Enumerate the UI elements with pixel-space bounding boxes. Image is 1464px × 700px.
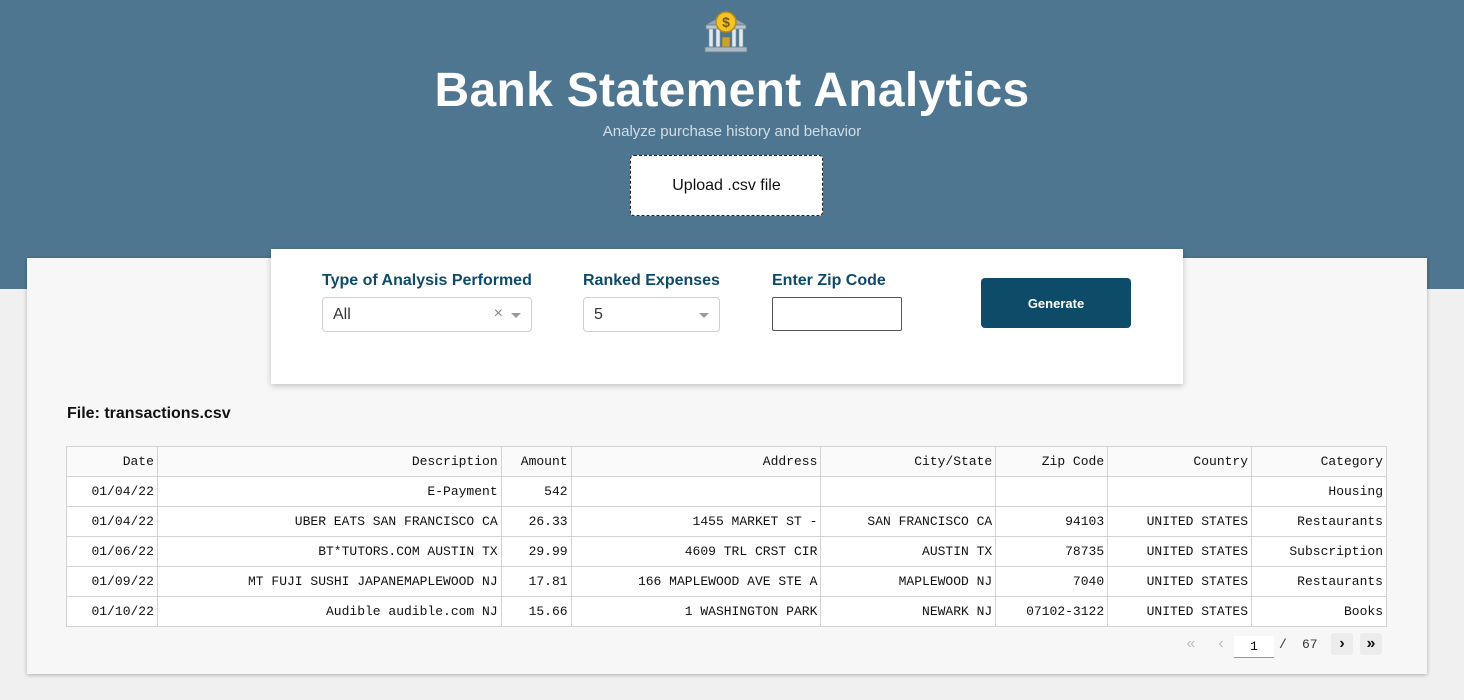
table-cell: 78735 (995, 536, 1109, 567)
total-pages: 67 (1302, 637, 1318, 652)
table-cell: 29.99 (500, 536, 572, 567)
controls-card: Type of Analysis Performed All × Ranked … (271, 249, 1183, 384)
table-cell: 1455 MARKET ST - (570, 506, 822, 537)
table-cell (1107, 476, 1253, 507)
zip-code-label: Enter Zip Code (772, 272, 886, 289)
table-cell: 166 MAPLEWOOD AVE STE A (570, 566, 822, 597)
file-name-label: File: transactions.csv (67, 405, 231, 422)
table-cell: 01/04/22 (66, 506, 158, 537)
table-cell: BT*TUTORS.COM AUSTIN TX (156, 536, 502, 567)
first-page-icon[interactable]: « (1180, 633, 1202, 655)
table-cell: E-Payment (156, 476, 502, 507)
table-cell (570, 476, 822, 507)
prev-page-icon[interactable]: ‹ (1210, 633, 1232, 655)
table-cell: Restaurants (1251, 566, 1387, 597)
chevron-down-icon[interactable] (699, 313, 709, 318)
table-row: 01/04/22 UBER EATS SAN FRANCISCO CA 26.3… (66, 506, 1387, 537)
ranked-expenses-value: 5 (594, 306, 603, 323)
transactions-table: Date Description Amount Address City/Sta… (66, 446, 1387, 627)
ranked-expenses-label: Ranked Expenses (583, 272, 720, 289)
generate-button[interactable]: Generate (981, 278, 1131, 328)
table-cell: 01/04/22 (66, 476, 158, 507)
table-header-row: Date Description Amount Address City/Sta… (66, 446, 1387, 477)
column-header[interactable]: City/State (820, 446, 997, 477)
table-cell: UNITED STATES (1107, 596, 1253, 627)
table-cell: AUSTIN TX (820, 536, 997, 567)
table-cell: UNITED STATES (1107, 566, 1253, 597)
table-cell: MT FUJI SUSHI JAPANEMAPLEWOOD NJ (156, 566, 502, 597)
upload-csv-label: Upload .csv file (672, 176, 781, 194)
column-header[interactable]: Country (1107, 446, 1253, 477)
column-header[interactable]: Amount (500, 446, 572, 477)
table-cell: SAN FRANCISCO CA (820, 506, 997, 537)
column-header[interactable]: Category (1251, 446, 1387, 477)
table-cell: 07102-3122 (995, 596, 1109, 627)
table-cell (820, 476, 997, 507)
page-subtitle: Analyze purchase history and behavior (602, 123, 862, 140)
zip-code-input[interactable] (772, 297, 902, 331)
analysis-type-value: All (333, 306, 351, 323)
analysis-type-label: Type of Analysis Performed (322, 272, 532, 289)
table-cell: 542 (500, 476, 572, 507)
table-cell: Books (1251, 596, 1387, 627)
table-cell: Restaurants (1251, 506, 1387, 537)
table-cell: 94103 (995, 506, 1109, 537)
table-cell: 7040 (995, 566, 1109, 597)
table-cell: Housing (1251, 476, 1387, 507)
last-page-icon[interactable]: » (1360, 633, 1382, 655)
table-row: 01/04/22 E-Payment 542 Housing (66, 476, 1387, 507)
page-number-input[interactable] (1234, 636, 1274, 658)
table-cell: NEWARK NJ (820, 596, 997, 627)
bank-icon: $ (703, 11, 749, 53)
table-cell: MAPLEWOOD NJ (820, 566, 997, 597)
table-cell: Subscription (1251, 536, 1387, 567)
page-title: Bank Statement Analytics (434, 64, 1030, 117)
column-header[interactable]: Description (156, 446, 502, 477)
table-cell: UNITED STATES (1107, 536, 1253, 567)
table-cell: 4609 TRL CRST CIR (570, 536, 822, 567)
column-header[interactable]: Zip Code (995, 446, 1109, 477)
table-cell (995, 476, 1109, 507)
next-page-icon[interactable]: › (1331, 633, 1353, 655)
table-cell: 01/10/22 (66, 596, 158, 627)
table-cell: 17.81 (500, 566, 572, 597)
column-header[interactable]: Date (66, 446, 158, 477)
table-cell: Audible audible.com NJ (156, 596, 502, 627)
hero-banner: $ Bank Statement Analytics Analyze purch… (0, 0, 1464, 289)
table-cell: 01/06/22 (66, 536, 158, 567)
table-cell: 01/09/22 (66, 566, 158, 597)
table-row: 01/10/22 Audible audible.com NJ 15.66 1 … (66, 596, 1387, 627)
chevron-down-icon[interactable] (511, 313, 521, 318)
table-cell: 15.66 (500, 596, 572, 627)
column-header[interactable]: Address (570, 446, 822, 477)
table-cell: UNITED STATES (1107, 506, 1253, 537)
ranked-expenses-select[interactable]: 5 (583, 297, 720, 332)
table-row: 01/09/22 MT FUJI SUSHI JAPANEMAPLEWOOD N… (66, 566, 1387, 597)
analysis-type-select[interactable]: All × (322, 297, 532, 332)
table-row: 01/06/22 BT*TUTORS.COM AUSTIN TX 29.99 4… (66, 536, 1387, 567)
table-cell: UBER EATS SAN FRANCISCO CA (156, 506, 502, 537)
upload-csv-button[interactable]: Upload .csv file (630, 155, 823, 216)
table-cell: 26.33 (500, 506, 572, 537)
clear-icon[interactable]: × (494, 305, 503, 323)
table-cell: 1 WASHINGTON PARK (570, 596, 822, 627)
svg-text:$: $ (722, 14, 730, 30)
page-separator: / (1279, 637, 1287, 652)
